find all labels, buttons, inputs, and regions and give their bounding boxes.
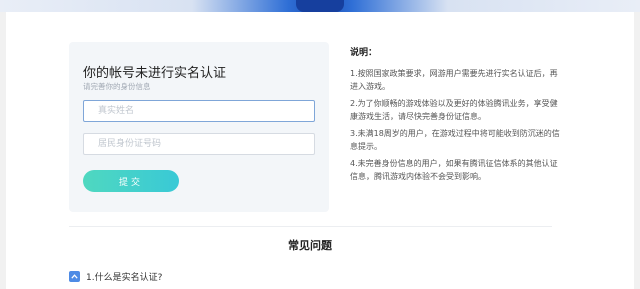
id-number-input[interactable] [83, 133, 315, 155]
banner-logo-tab [296, 0, 344, 12]
right-page-edge [634, 12, 640, 289]
note-item: 2.为了你顺畅的游戏体验以及更好的体验腾讯业务，享受健康游戏生活，请尽快完善身份… [350, 99, 558, 121]
note-item: 1.按照国家政策要求，网游用户需要先进行实名认证后，再进入游戏。 [350, 69, 558, 91]
faq-title: 常见问题 [288, 239, 332, 252]
submit-button[interactable]: 提交 [83, 170, 179, 192]
chevron-up-icon [69, 271, 80, 282]
notes-title: 说明： [350, 48, 378, 58]
notes-panel: 说明： 1.按照国家政策要求，网游用户需要先进行实名认证后，再进入游戏。 2.为… [350, 42, 560, 187]
faq-item[interactable]: 1.什么是实名认证? [69, 270, 162, 283]
real-name-input[interactable] [83, 100, 315, 122]
note-item: 4.未完善身份信息的用户，如果有腾讯征信体系的其他认证信息，腾讯游戏内体验不会受… [350, 159, 558, 181]
form-title: 你的帐号未进行实名认证 [83, 66, 227, 81]
faq-question: 1.什么是实名认证? [86, 273, 163, 283]
form-subtitle: 请完善你的身份信息 [83, 82, 151, 91]
verification-form-card: 你的帐号未进行实名认证 请完善你的身份信息 提交 [69, 42, 329, 212]
note-item: 3.未满18周岁的用户，在游戏过程中将可能收到防沉迷的信息提示。 [350, 129, 560, 151]
section-divider [69, 226, 552, 227]
